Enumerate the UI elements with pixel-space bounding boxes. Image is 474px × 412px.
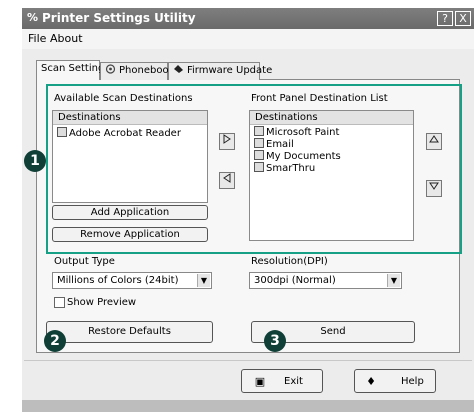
show-preview-label: Show Preview [67,297,137,308]
tab-phonebook-label: Phonebook [119,65,175,76]
tab-firmware-update[interactable]: Firmware Update [168,62,272,80]
printer-settings-window: % Printer Settings Utility ? X File Abou… [0,0,474,412]
title-bar: % Printer Settings Utility ? X [22,8,474,29]
scan-destinations-highlight [46,84,462,254]
output-type-value: Millions of Colors (24bit) [57,275,179,286]
tab-scan-settings[interactable]: Scan Settings [36,60,110,80]
firmware-icon [174,65,183,73]
menu-about[interactable]: About [50,33,83,45]
resolution-label: Resolution(DPI) [251,256,328,267]
exit-door-icon: ▣ [254,375,266,388]
close-title-button[interactable]: X [455,11,471,26]
divider [24,360,472,361]
callout-3: 3 [264,330,286,352]
restore-defaults-button[interactable]: Restore Defaults [46,321,213,343]
exit-label: Exit [284,376,303,387]
help-button[interactable]: ♦ Help [354,369,436,393]
menu-bar: File About [22,29,474,49]
help-title-button[interactable]: ? [437,11,453,26]
phonebook-icon [105,64,116,74]
callout-1: 1 [24,150,46,172]
chevron-down-icon: ▼ [197,274,210,287]
menu-file[interactable]: File [28,33,46,45]
resolution-value: 300dpi (Normal) [254,275,336,286]
show-preview-checkbox[interactable] [54,297,65,308]
output-type-select[interactable]: Millions of Colors (24bit) ▼ [52,272,212,289]
window-title: Printer Settings Utility [42,11,196,25]
printer-app-icon: % [27,11,39,24]
help-icon: ♦ [366,375,376,388]
chevron-down-icon: ▼ [387,274,400,287]
tab-phonebook[interactable]: Phonebook [100,62,174,80]
resolution-select[interactable]: 300dpi (Normal) ▼ [249,272,402,289]
bottom-strip [22,400,474,412]
tab-firmware-update-label: Firmware Update [187,65,273,76]
help-label: Help [401,376,424,387]
output-type-label: Output Type [54,256,115,267]
exit-button[interactable]: ▣ Exit [241,369,323,393]
callout-2: 2 [44,330,66,352]
